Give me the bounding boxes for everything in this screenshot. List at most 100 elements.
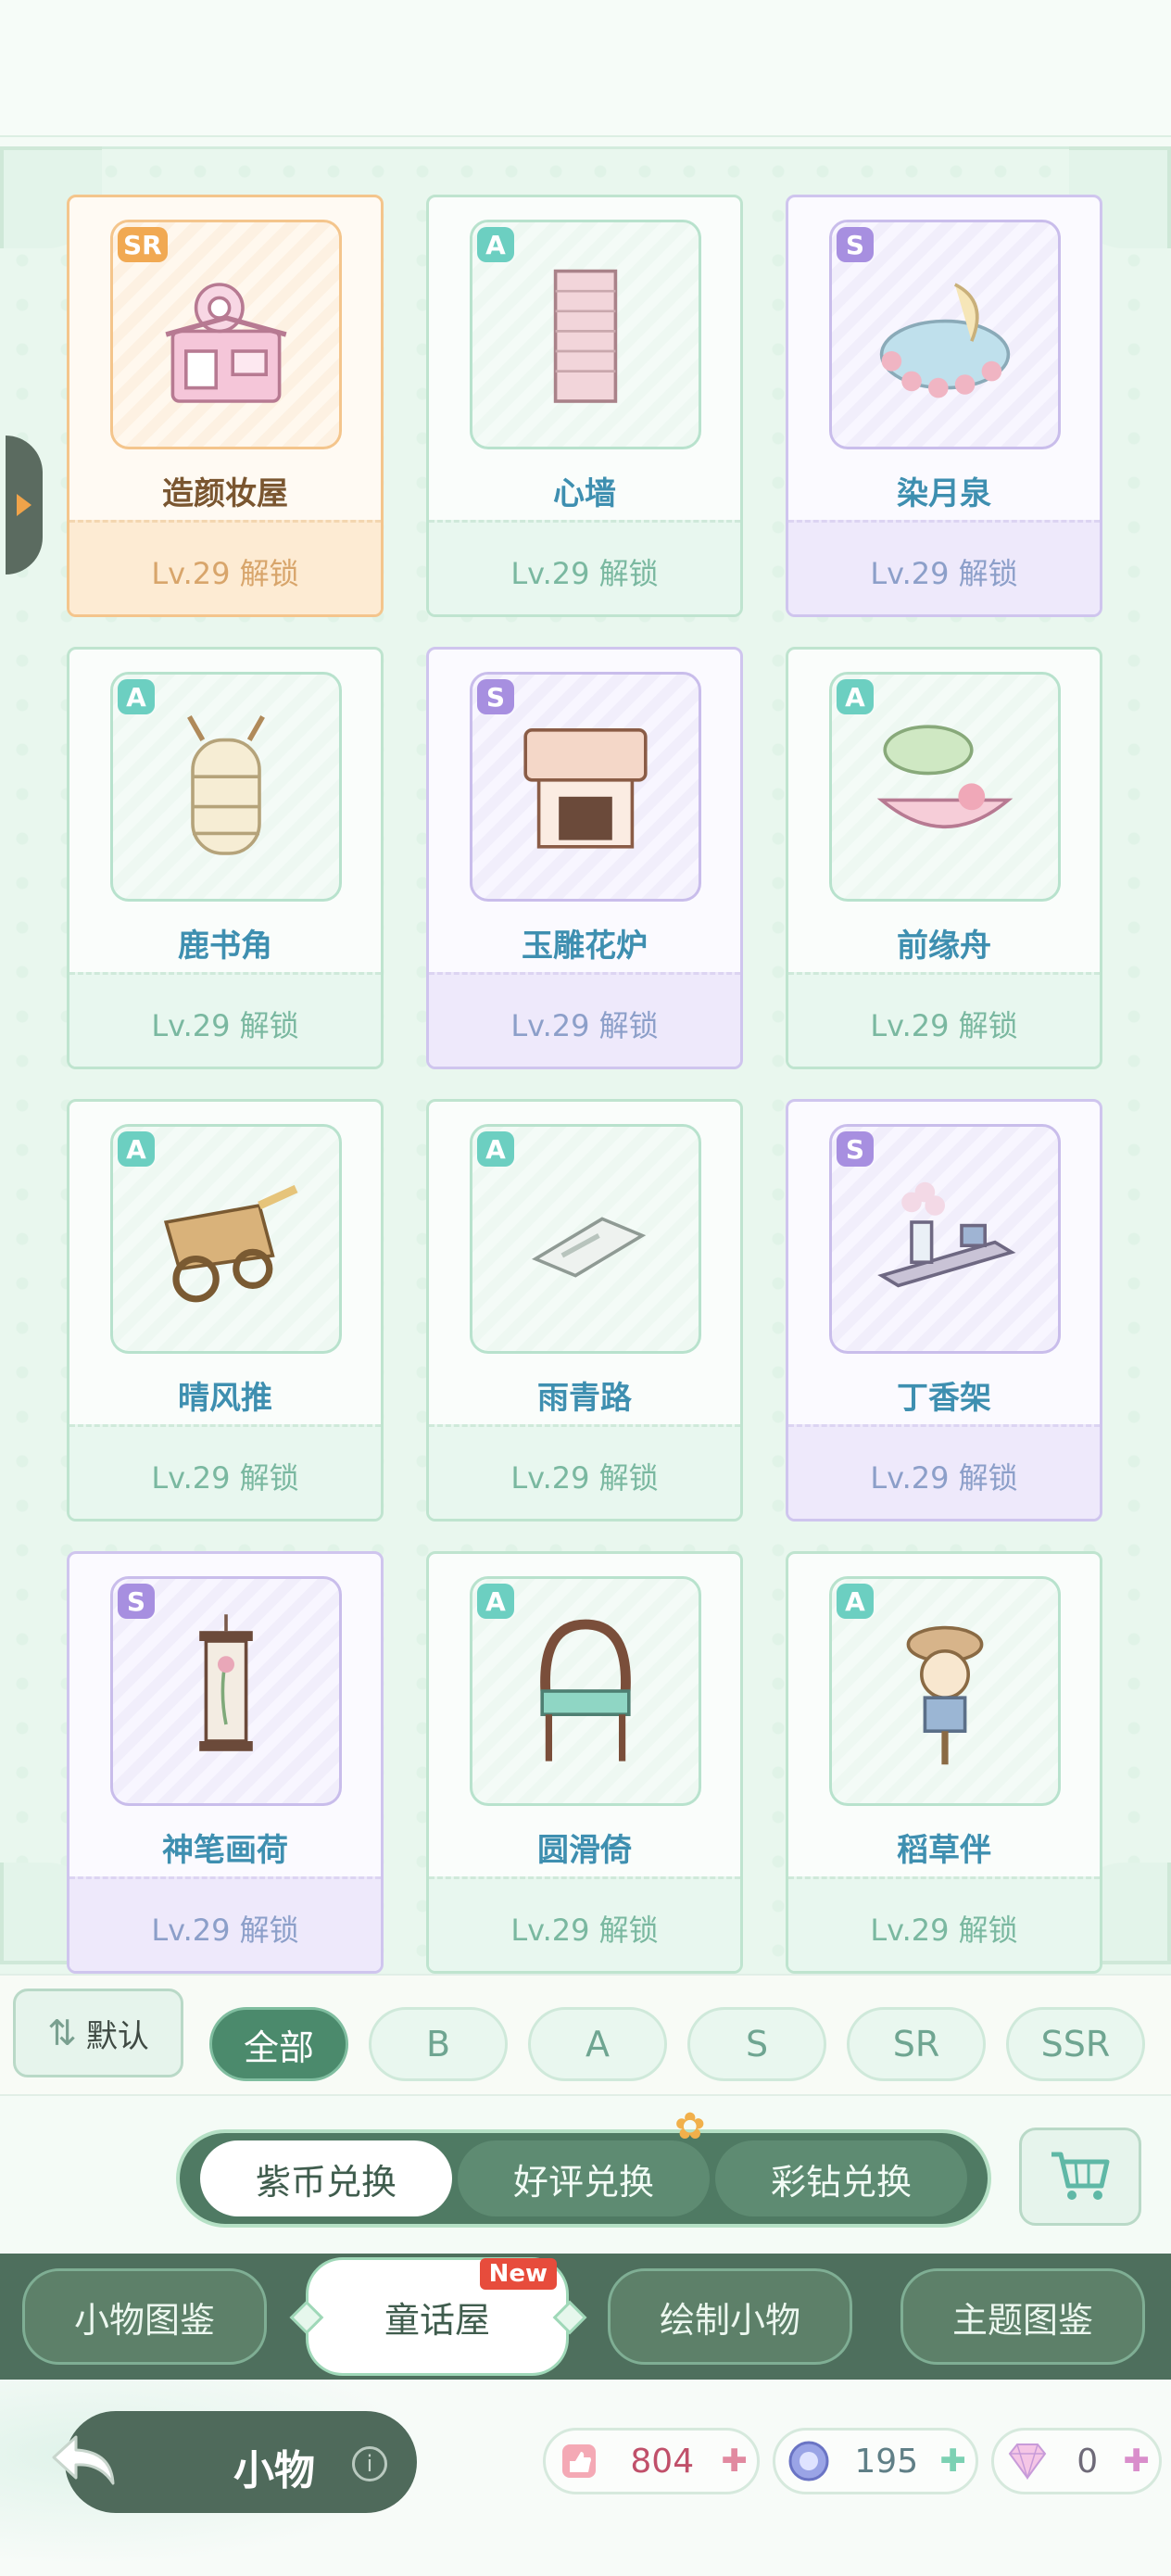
unlock-label: Lv.29 解锁 xyxy=(429,1424,740,1519)
unlock-label: Lv.29 解锁 xyxy=(788,1876,1100,1971)
diamond-icon xyxy=(1003,2437,1051,2485)
currency-thumbs-up[interactable]: 804 ✚ xyxy=(543,2428,760,2494)
arrow-right-icon xyxy=(17,494,31,516)
cart-wagon-icon xyxy=(163,1184,298,1303)
filter-chip-b[interactable]: B xyxy=(369,2007,508,2081)
page-title: 小物 xyxy=(233,2447,315,2494)
rarity-filter-bar: ⇅ 默认 全部 B A S SR SSR xyxy=(0,1974,1171,2096)
currency-value: 0 xyxy=(1077,2442,1099,2481)
filter-chip-s[interactable]: S xyxy=(687,2007,826,2081)
item-card[interactable]: A 稻草伴 Lv.29 解锁 xyxy=(786,1551,1102,1974)
item-name: 雨青路 xyxy=(537,1380,632,1417)
unlock-label: Lv.29 解锁 xyxy=(69,520,381,614)
rarity-badge: S xyxy=(477,679,514,714)
jade-stove-icon xyxy=(523,728,648,849)
rarity-badge: SR xyxy=(118,227,168,262)
item-name: 丁香架 xyxy=(897,1380,991,1417)
side-expand-tab[interactable] xyxy=(6,436,43,575)
add-currency-icon[interactable]: ✚ xyxy=(940,2443,967,2480)
item-name: 玉雕花炉 xyxy=(522,928,648,965)
filter-chip-a[interactable]: A xyxy=(528,2007,667,2081)
scarecrow-icon xyxy=(906,1625,984,1765)
currency-purple-coin[interactable]: 195 ✚ xyxy=(773,2428,978,2494)
unlock-label: Lv.29 解锁 xyxy=(429,1876,740,1971)
sort-label: 默认 xyxy=(85,2017,149,2055)
item-name: 造颜妆屋 xyxy=(162,475,288,512)
unlock-label: Lv.29 解锁 xyxy=(69,1424,381,1519)
item-card[interactable]: S 玉雕花炉 Lv.29 解锁 xyxy=(426,647,743,1069)
exchange-tab-group: 紫币兑换 好评兑换 彩钻兑换 xyxy=(176,2129,991,2228)
currency-value: 195 xyxy=(854,2442,919,2481)
shopping-cart-icon xyxy=(1051,2152,1110,2200)
makeup-house-icon xyxy=(165,283,287,403)
item-name: 圆滑倚 xyxy=(537,1832,632,1869)
currency-value: 804 xyxy=(630,2442,695,2481)
tab-theme-catalog[interactable]: 主题图鉴 xyxy=(900,2268,1145,2365)
tab-diamond-exchange[interactable]: 彩钻兑换 xyxy=(715,2140,967,2216)
rarity-badge: A xyxy=(118,679,155,714)
shopping-cart-button[interactable] xyxy=(1019,2128,1141,2226)
new-badge: New xyxy=(479,2258,557,2290)
heart-wall-icon xyxy=(553,269,618,403)
armchair-icon xyxy=(540,1619,631,1762)
tab-rating-exchange[interactable]: 好评兑换 xyxy=(458,2140,710,2216)
item-card[interactable]: S 丁香架 Lv.29 解锁 xyxy=(786,1099,1102,1522)
filter-chip-all[interactable]: 全部 xyxy=(209,2007,348,2081)
item-name: 心墙 xyxy=(553,475,616,512)
item-name: 鹿书角 xyxy=(178,928,272,965)
filter-chip-sr[interactable]: SR xyxy=(847,2007,986,2081)
sort-arrows-icon: ⇅ xyxy=(47,2013,77,2053)
tab-item-catalog[interactable]: 小物图鉴 xyxy=(22,2268,267,2365)
tab-draw-item[interactable]: 绘制小物 xyxy=(608,2268,852,2365)
item-card[interactable]: A 雨青路 Lv.29 解锁 xyxy=(426,1099,743,1522)
unlock-label: Lv.29 解锁 xyxy=(429,520,740,614)
item-card[interactable]: A 圆滑倚 Lv.29 解锁 xyxy=(426,1551,743,1974)
moon-spring-icon xyxy=(879,283,1011,398)
item-card[interactable]: S 染月泉 Lv.29 解锁 xyxy=(786,195,1102,617)
item-name: 晴风推 xyxy=(178,1380,272,1417)
item-card[interactable]: A 前缘舟 Lv.29 解锁 xyxy=(786,647,1102,1069)
sort-button[interactable]: ⇅ 默认 xyxy=(13,1989,183,2077)
purple-coin-icon xyxy=(785,2437,833,2485)
item-card[interactable]: A 心墙 Lv.29 解锁 xyxy=(426,195,743,617)
rarity-badge: S xyxy=(837,1131,874,1167)
filter-chip-ssr[interactable]: SSR xyxy=(1006,2007,1145,2081)
rarity-badge: A xyxy=(837,679,874,714)
unlock-label: Lv.29 解锁 xyxy=(788,972,1100,1067)
unlock-label: Lv.29 解锁 xyxy=(69,972,381,1067)
item-card[interactable]: SR 造颜妆屋 Lv.29 解锁 xyxy=(67,195,384,617)
tab-purple-coin-exchange[interactable]: 紫币兑换 xyxy=(200,2140,452,2216)
item-card[interactable]: A 晴风推 Lv.29 解锁 xyxy=(67,1099,384,1522)
deer-bookshelf-icon xyxy=(187,715,265,855)
rarity-badge: A xyxy=(837,1584,874,1619)
item-name: 前缘舟 xyxy=(897,928,991,965)
item-card[interactable]: A 鹿书角 Lv.29 解锁 xyxy=(67,647,384,1069)
rarity-badge: S xyxy=(837,227,874,262)
top-blank-area xyxy=(0,0,1171,137)
rarity-badge: A xyxy=(477,227,514,262)
unlock-label: Lv.29 解锁 xyxy=(69,1876,381,1971)
unlock-label: Lv.29 解锁 xyxy=(429,972,740,1067)
rarity-badge: S xyxy=(118,1584,155,1619)
back-arrow-icon[interactable] xyxy=(48,2424,122,2498)
lotus-scroll-icon xyxy=(199,1614,253,1751)
flower-icon: ✿ xyxy=(674,2105,706,2148)
item-card[interactable]: S 神笔画荷 Lv.29 解锁 xyxy=(67,1551,384,1974)
add-currency-icon[interactable]: ✚ xyxy=(722,2443,749,2480)
currency-rainbow-diamond[interactable]: 0 ✚ xyxy=(991,2428,1162,2494)
thumbs-up-icon xyxy=(555,2437,603,2485)
item-name: 染月泉 xyxy=(897,475,991,512)
tab-fairy-house[interactable]: 童话屋 New xyxy=(306,2257,569,2376)
rarity-badge: A xyxy=(477,1584,514,1619)
tab-fairy-house-label: 童话屋 xyxy=(384,2299,490,2341)
info-icon[interactable]: i xyxy=(352,2446,387,2481)
unlock-label: Lv.29 解锁 xyxy=(788,520,1100,614)
rarity-badge: A xyxy=(118,1131,155,1167)
boat-icon xyxy=(876,725,1014,828)
item-name: 神笔画荷 xyxy=(162,1832,288,1869)
item-name: 稻草伴 xyxy=(897,1832,991,1869)
stone-path-icon xyxy=(532,1217,647,1278)
lilac-shelf-icon xyxy=(877,1181,1016,1288)
unlock-label: Lv.29 解锁 xyxy=(788,1424,1100,1519)
add-currency-icon[interactable]: ✚ xyxy=(1124,2443,1151,2480)
